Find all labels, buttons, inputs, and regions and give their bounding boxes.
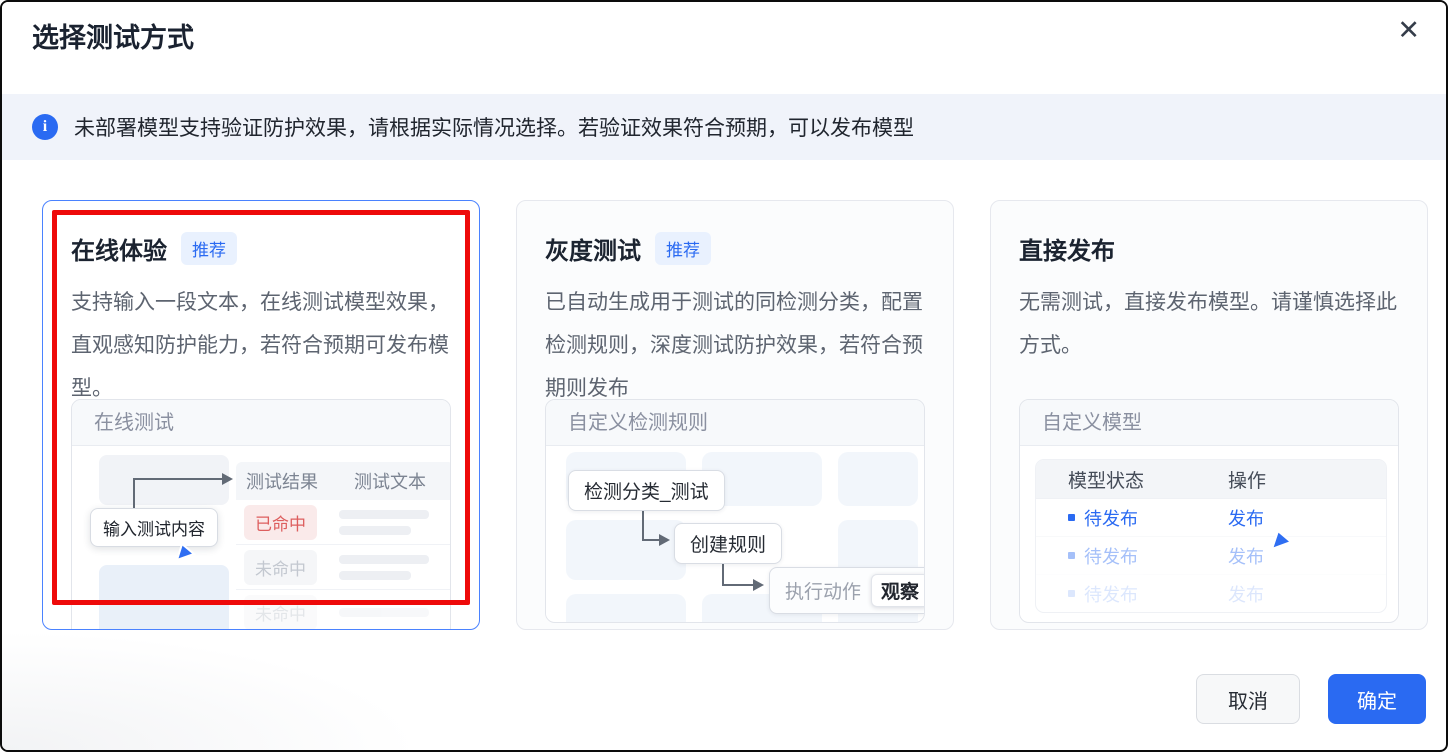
card-description: 无需测试，直接发布模型。请谨慎选择此方式。 bbox=[1019, 291, 1397, 357]
column-header: 模型状态 bbox=[1068, 470, 1145, 492]
card-head: 直接发布 bbox=[1019, 231, 1399, 266]
card-description: 支持输入一段文本，在线测试模型效果，直观感知防护能力，若符合预期可发布模型。 bbox=[71, 291, 449, 400]
table-row: 待发布 发布 bbox=[1036, 574, 1386, 612]
card-head: 在线体验 推荐 bbox=[71, 231, 451, 266]
flow-step-create-rule: 创建规则 bbox=[674, 523, 783, 564]
info-banner: i 未部署模型支持验证防护效果，请根据实际情况选择。若验证效果符合预期，可以发布… bbox=[2, 94, 1446, 160]
card-title: 在线体验 bbox=[71, 238, 167, 265]
publish-link: 发布 bbox=[1228, 546, 1264, 567]
flow-action-value: 观察 bbox=[871, 574, 924, 607]
card-title: 直接发布 bbox=[1019, 238, 1115, 265]
placeholder-bars bbox=[339, 554, 429, 580]
select-test-method-dialog: 选择测试方式 ✕ i 未部署模型支持验证防护效果，请根据实际情况选择。若验证效果… bbox=[0, 0, 1448, 752]
flow-action-label: 执行动作 bbox=[785, 582, 862, 603]
preview-body: 模型状态 操作 待发布 发布 待发布 发布 待发布 发布 bbox=[1020, 446, 1398, 621]
status-cell: 待发布 bbox=[1036, 543, 1228, 569]
card-title: 灰度测试 bbox=[545, 238, 641, 265]
custom-rule-preview: 自定义检测规则 检测分类_测试 创建规则 执行动作 观察 bbox=[545, 399, 925, 623]
column-header: 测试文本 bbox=[354, 472, 426, 492]
model-status-table: 模型状态 操作 待发布 发布 待发布 发布 待发布 发布 bbox=[1036, 460, 1386, 612]
card-online-experience[interactable]: 在线体验 推荐 支持输入一段文本，在线测试模型效果，直观感知防护能力，若符合预期… bbox=[42, 200, 480, 630]
preview-title: 自定义检测规则 bbox=[546, 400, 924, 446]
custom-model-preview: 自定义模型 模型状态 操作 待发布 发布 待发布 发布 待发布 发布 bbox=[1019, 399, 1399, 623]
close-icon[interactable]: ✕ bbox=[1397, 14, 1420, 46]
cursor-icon bbox=[1270, 530, 1293, 551]
online-test-preview: 在线测试 输入测试内容 测试结果 测试文本 已命中 未命中 未命中 bbox=[71, 399, 451, 629]
placeholder-bars bbox=[339, 509, 429, 535]
dialog-header: 选择测试方式 ✕ bbox=[2, 2, 1446, 94]
placeholder-block bbox=[838, 452, 918, 506]
placeholder-block bbox=[99, 565, 229, 629]
test-method-cards: 在线体验 推荐 支持输入一段文本，在线测试模型效果，直观感知防护能力，若符合预期… bbox=[42, 200, 1428, 630]
card-direct-publish[interactable]: 直接发布 无需测试，直接发布模型。请谨慎选择此方式。 自定义模型 模型状态 操作… bbox=[990, 200, 1428, 630]
page-title: 选择测试方式 bbox=[32, 23, 194, 53]
input-tooltip: 输入测试内容 bbox=[90, 508, 218, 547]
status-badge: 未命中 bbox=[244, 549, 317, 585]
table-row: 待发布 发布 bbox=[1036, 498, 1386, 536]
cancel-button[interactable]: 取消 bbox=[1196, 674, 1300, 724]
status-dot bbox=[1068, 590, 1075, 597]
info-icon: i bbox=[32, 114, 58, 140]
column-header: 操作 bbox=[1228, 470, 1267, 492]
confirm-button[interactable]: 确定 bbox=[1328, 674, 1426, 724]
flow-step-category: 检测分类_测试 bbox=[568, 470, 725, 511]
info-banner-text: 未部署模型支持验证防护效果，请根据实际情况选择。若验证效果符合预期，可以发布模型 bbox=[74, 117, 914, 140]
status-cell: 待发布 bbox=[1036, 505, 1228, 531]
preview-title: 在线测试 bbox=[72, 400, 450, 446]
status-cell: 待发布 bbox=[1036, 581, 1228, 607]
cursor-icon bbox=[175, 543, 196, 562]
table-row: 待发布 发布 bbox=[1036, 536, 1386, 574]
card-head: 灰度测试 推荐 bbox=[545, 231, 925, 266]
recommended-badge: 推荐 bbox=[181, 232, 237, 265]
preview-body: 输入测试内容 测试结果 测试文本 已命中 未命中 未命中 bbox=[72, 446, 450, 629]
preview-body: 检测分类_测试 创建规则 执行动作 观察 bbox=[546, 446, 924, 622]
recommended-badge: 推荐 bbox=[655, 232, 711, 265]
placeholder-bars bbox=[339, 607, 429, 617]
table-header: 模型状态 操作 bbox=[1036, 460, 1386, 498]
status-dot bbox=[1068, 552, 1075, 559]
card-gray-test[interactable]: 灰度测试 推荐 已自动生成用于测试的同检测分类，配置检测规则，深度测试防护效果，… bbox=[516, 200, 954, 630]
publish-link: 发布 bbox=[1228, 584, 1264, 605]
table-row: 未命中 bbox=[236, 590, 450, 629]
card-description: 已自动生成用于测试的同检测分类，配置检测规则，深度测试防护效果，若符合预期则发布 bbox=[545, 291, 923, 400]
flow-step-action: 执行动作 观察 bbox=[769, 567, 924, 614]
preview-title: 自定义模型 bbox=[1020, 400, 1398, 446]
publish-link: 发布 bbox=[1228, 508, 1264, 529]
status-dot bbox=[1068, 514, 1075, 521]
status-badge: 未命中 bbox=[244, 594, 317, 629]
table-row: 未命中 bbox=[236, 545, 450, 590]
